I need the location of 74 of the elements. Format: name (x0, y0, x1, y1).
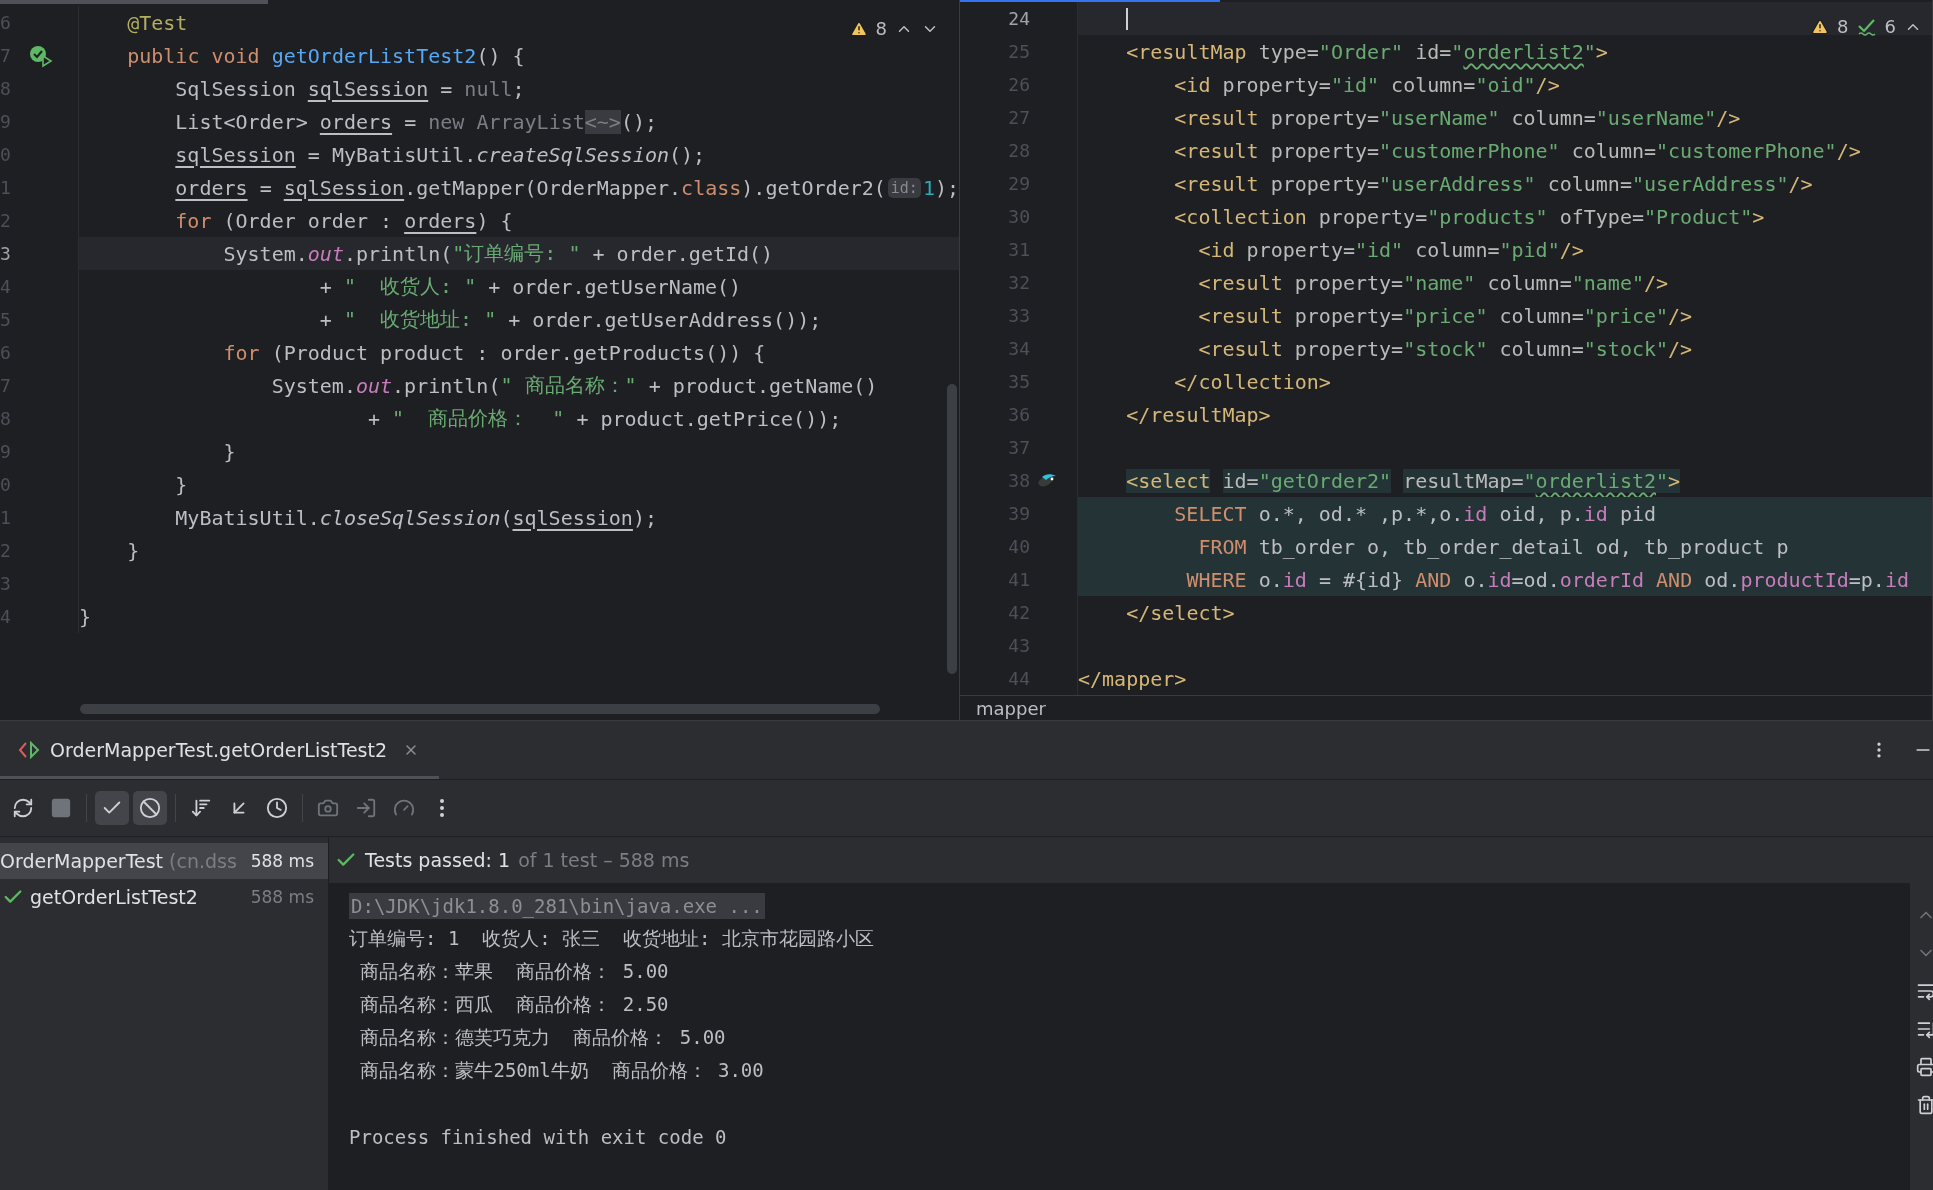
code-line: <result property="stock" column="stock"/> (1197, 335, 1693, 363)
console-line: 订单编号: 1 收货人: 张三 收货地址: 北京市花园路小区 (349, 925, 874, 951)
code-line: <result property="name" column="name"/> (1197, 269, 1669, 297)
code-line: </resultMap> (1125, 401, 1271, 429)
scrollbar[interactable] (80, 704, 880, 714)
stop-icon (50, 797, 72, 819)
refresh-icon (12, 797, 34, 819)
trash-icon[interactable] (1916, 1095, 1933, 1115)
code-line: <result property="userName" column="userName"/> (1173, 104, 1741, 132)
scrollbar[interactable] (947, 384, 957, 674)
summary-detail: of 1 test – 588 ms (518, 849, 690, 871)
line-number: 24 (1007, 8, 1030, 30)
code-line: public void getOrderListTest2() { (126, 42, 525, 70)
sort-icon (190, 797, 212, 819)
package-name: (cn.dss (169, 850, 237, 872)
code-line: } (126, 537, 140, 565)
warning-count[interactable]: 8 (1837, 16, 1849, 38)
code-line: <id property="id" column="pid"/> (1197, 236, 1584, 264)
console-line: 商品名称：蒙牛250ml牛奶 商品价格： 3.00 (359, 1057, 764, 1083)
scroll-end-icon[interactable] (1916, 1019, 1933, 1039)
code-line: <collection property="products" ofType="Product"> (1173, 203, 1765, 231)
tree-item[interactable]: getOrderListTest2 588 ms (0, 879, 328, 915)
code-line: } (174, 471, 188, 499)
code-line: <result property="userAddress" column="userAddress"/> (1173, 170, 1813, 198)
check-button[interactable] (95, 791, 129, 825)
code-line: orders = sqlSession.getMapper(OrderMapper.class).getOrder2( id: 1); (174, 174, 959, 202)
wrap-icon[interactable] (1916, 981, 1933, 1001)
code-line: </select> (1125, 599, 1235, 627)
code-line: </collection> (1173, 368, 1331, 396)
warning-icon[interactable] (1811, 17, 1830, 36)
run-test-icon[interactable] (28, 43, 54, 68)
code-line: } (222, 438, 236, 466)
code-line: + " 商品价格： " + product.getPrice()); (367, 405, 842, 433)
export-icon (355, 797, 377, 819)
code-line: <resultMap type="Order" id="orderlist2"> (1125, 38, 1608, 66)
code-line: <select id="getOrder2" resultMap="orderlist2"> (1125, 467, 1681, 495)
code-line: for (Product product : order.getProducts()) { (222, 339, 766, 367)
test-name: getOrderListTest2 (30, 886, 198, 908)
check-icon[interactable] (1856, 17, 1877, 36)
print-icon[interactable] (1916, 1057, 1933, 1077)
test-icon (18, 741, 40, 759)
more-icon (440, 799, 444, 817)
camera-icon (317, 797, 339, 819)
console-line: 商品名称：苹果 商品价格： 5.00 (359, 958, 669, 984)
ban-icon (139, 797, 161, 819)
check-count[interactable]: 6 (1884, 16, 1896, 38)
console-line: 商品名称：德芙巧克力 商品价格： 5.00 (359, 1024, 726, 1050)
code-line: } (79, 603, 92, 631)
summary-title: Tests passed: 1 (365, 849, 511, 871)
code-line: sqlSession = MyBatisUtil.createSqlSession(); (174, 141, 706, 169)
code-line: <result property="customerPhone" column="customerPhone"/> (1173, 137, 1861, 165)
ban-button[interactable] (133, 791, 167, 825)
code-line: </mapper> (1078, 665, 1187, 693)
clock-icon (266, 797, 288, 819)
test-time: 588 ms (250, 851, 314, 871)
code-line: List<Order> orders = new ArrayList<~>(); (174, 108, 657, 136)
code-line: + " 收货地址: " + order.getUserAddress()); (318, 306, 822, 334)
code-line: @Test (126, 9, 188, 37)
code-line: SqlSession sqlSession = null; (174, 75, 525, 103)
line-number: 3 (0, 243, 12, 264)
tree-item[interactable]: OrderMapperTest (cn.dss 588 ms (0, 843, 328, 879)
run-tab[interactable]: OrderMapperTest.getOrderListTest2 (0, 721, 440, 779)
breadcrumb[interactable]: mapper (960, 695, 1932, 720)
code-line: MyBatisUtil.closeSqlSession(sqlSession); (174, 504, 657, 532)
warning-count[interactable]: 8 (875, 18, 887, 39)
test-time: 588 ms (250, 887, 314, 907)
code-line: for (Order order : orders) { (174, 207, 513, 235)
code-line: <result property="price" column="price"/> (1197, 302, 1693, 330)
suite-name: OrderMapperTest (0, 850, 164, 872)
code-line: <id property="id" column="oid"/> (1173, 71, 1560, 99)
code-line: System.out.println(" 商品名称：" + product.getName() (270, 372, 878, 400)
console-line: 商品名称：西瓜 商品价格： 2.50 (359, 991, 669, 1017)
code-line: + " 收货人: " + order.getUserName() (318, 273, 742, 301)
console-line: Process finished with exit code 0 (349, 1125, 727, 1148)
